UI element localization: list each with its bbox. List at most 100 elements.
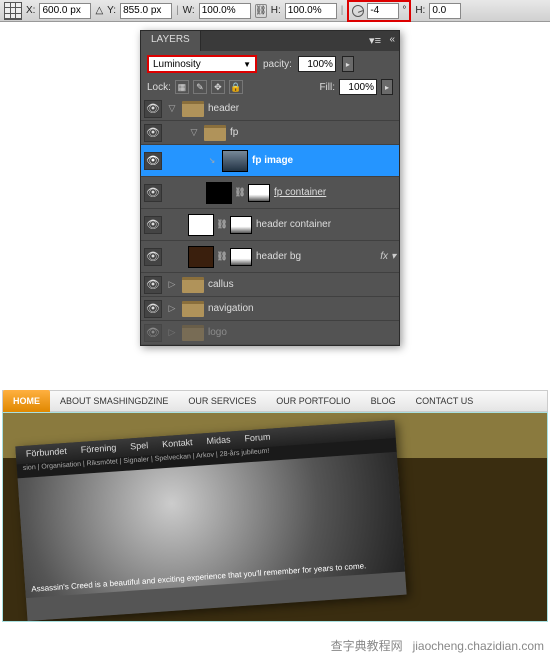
mask-thumbnail[interactable] [230, 248, 252, 266]
fp-image-transformed[interactable]: Förbundet Förening Spel Kontakt Midas Fo… [15, 420, 406, 621]
disclosure-icon[interactable]: ▷ [166, 327, 178, 338]
nav-blog[interactable]: BLOG [361, 390, 406, 412]
layer-fx-indicator[interactable]: fx▾ [380, 251, 396, 262]
skew-h-input[interactable] [429, 3, 461, 19]
layer-row-header-bg[interactable]: 👁 ⛓ header bg fx▾ [141, 241, 399, 273]
folder-icon [204, 125, 226, 141]
layer-name[interactable]: header bg [256, 251, 301, 262]
y-label: Y: [107, 5, 116, 16]
w-label: W: [183, 5, 195, 16]
mask-link-icon[interactable]: ⛓ [218, 251, 226, 262]
angle-icon [352, 5, 364, 17]
lock-fill-row: Lock: ▦ ✎ ✥ 🔒 Fill: 100% ▸ [141, 77, 399, 97]
disclosure-icon[interactable]: ▷ [166, 303, 178, 314]
panel-collapse-icon[interactable]: « [389, 34, 395, 45]
warp-caption: Assassin's Creed is a beautiful and exci… [31, 561, 366, 593]
nav-home[interactable]: HOME [3, 390, 50, 412]
transform-options-bar: X: △ Y: | W: ⛓ H: | ° H: [0, 0, 550, 22]
layers-panel: LAYERS ▾≡ « Luminosity ▼ pacity: 100% ▸ … [140, 30, 400, 346]
opacity-flyout-icon[interactable]: ▸ [342, 56, 354, 72]
fill-input[interactable]: 100% [339, 79, 377, 95]
lock-all-icon[interactable]: 🔒 [229, 80, 243, 94]
fill-label: Fill: [319, 82, 335, 93]
nav-contact[interactable]: CONTACT US [406, 390, 484, 412]
layer-row-navigation-group[interactable]: 👁 ▷ navigation [141, 297, 399, 321]
layer-name[interactable]: header container [256, 219, 331, 230]
angle-unit: ° [402, 5, 406, 16]
site-nav: HOME ABOUT SMASHINGDZINE OUR SERVICES OU… [2, 390, 548, 412]
layer-row-header-container[interactable]: 👁 ⛓ header container [141, 209, 399, 241]
nav-services[interactable]: OUR SERVICES [178, 390, 266, 412]
reference-point-grid[interactable] [4, 2, 22, 20]
layer-row-logo-group[interactable]: 👁 ▷ logo [141, 321, 399, 345]
watermark: 查字典教程网 jiaocheng.chazidian.com [331, 637, 544, 654]
folder-icon [182, 325, 204, 341]
visibility-icon[interactable]: 👁 [144, 100, 162, 118]
visibility-icon[interactable]: 👁 [144, 248, 162, 266]
panel-menu-icon[interactable]: ▾≡ [369, 34, 381, 47]
opacity-label: pacity: [263, 59, 292, 70]
lock-position-icon[interactable]: ✥ [211, 80, 225, 94]
visibility-icon[interactable]: 👁 [144, 324, 162, 342]
layer-thumbnail[interactable] [188, 214, 214, 236]
layer-name[interactable]: logo [208, 327, 227, 338]
lock-label: Lock: [147, 82, 171, 93]
y-input[interactable] [120, 3, 172, 19]
canvas-preview: HOME ABOUT SMASHINGDZINE OUR SERVICES OU… [2, 390, 548, 622]
layer-thumbnail[interactable] [188, 246, 214, 268]
h-input[interactable] [285, 3, 337, 19]
opacity-input[interactable]: 100% [298, 56, 336, 72]
nav-portfolio[interactable]: OUR PORTFOLIO [266, 390, 360, 412]
layer-row-fp-group[interactable]: 👁 ▽ fp [141, 121, 399, 145]
chevron-down-icon: ▾ [391, 251, 396, 262]
visibility-icon[interactable]: 👁 [144, 184, 162, 202]
layer-thumbnail[interactable] [206, 182, 232, 204]
layer-list: 👁 ▽ header 👁 ▽ fp 👁 ↘ fp image 👁 ⛓ fp co… [141, 97, 399, 345]
layer-name[interactable]: fp image [252, 155, 293, 166]
w-input[interactable] [199, 3, 251, 19]
layer-thumbnail[interactable] [222, 150, 248, 172]
visibility-icon[interactable]: 👁 [144, 152, 162, 170]
layer-name[interactable]: navigation [208, 303, 254, 314]
blend-opacity-row: Luminosity ▼ pacity: 100% ▸ [141, 51, 399, 77]
layer-row-fp-image[interactable]: 👁 ↘ fp image [141, 145, 399, 177]
chevron-down-icon: ▼ [243, 60, 251, 69]
watermark-zh: 查字典教程网 [331, 637, 403, 654]
layer-row-header-group[interactable]: 👁 ▽ header [141, 97, 399, 121]
mask-thumbnail[interactable] [230, 216, 252, 234]
layer-name[interactable]: fp container [274, 187, 326, 198]
disclosure-icon[interactable]: ▷ [166, 279, 178, 290]
disclosure-icon[interactable]: ▽ [188, 127, 200, 138]
link-wh-icon[interactable]: ⛓ [255, 4, 267, 18]
x-input[interactable] [39, 3, 91, 19]
mask-link-icon[interactable]: ⛓ [236, 187, 244, 198]
angle-input[interactable] [367, 3, 399, 19]
warp-hero-image: Assassin's Creed is a beautiful and exci… [18, 452, 405, 598]
layers-tab[interactable]: LAYERS [141, 31, 201, 51]
layer-row-fp-container[interactable]: 👁 ⛓ fp container [141, 177, 399, 209]
visibility-icon[interactable]: 👁 [144, 124, 162, 142]
disclosure-icon[interactable]: ▽ [166, 103, 178, 114]
blend-mode-value: Luminosity [153, 59, 201, 70]
angle-highlight: ° [347, 0, 411, 22]
mask-thumbnail[interactable] [248, 184, 270, 202]
watermark-url: jiaocheng.chazidian.com [413, 639, 544, 653]
folder-icon [182, 101, 204, 117]
folder-icon [182, 277, 204, 293]
layer-name[interactable]: header [208, 103, 239, 114]
visibility-icon[interactable]: 👁 [144, 276, 162, 294]
nav-about[interactable]: ABOUT SMASHINGDZINE [50, 390, 178, 412]
delta-icon[interactable]: △ [95, 5, 103, 16]
visibility-icon[interactable]: 👁 [144, 300, 162, 318]
blend-mode-select[interactable]: Luminosity ▼ [147, 55, 257, 73]
lock-transparency-icon[interactable]: ▦ [175, 80, 189, 94]
h2-label: H: [415, 5, 425, 16]
layer-name[interactable]: callus [208, 279, 234, 290]
lock-pixels-icon[interactable]: ✎ [193, 80, 207, 94]
visibility-icon[interactable]: 👁 [144, 216, 162, 234]
panel-tab-bar: LAYERS ▾≡ « [141, 31, 399, 51]
layer-row-callus-group[interactable]: 👁 ▷ callus [141, 273, 399, 297]
fill-flyout-icon[interactable]: ▸ [381, 79, 393, 95]
layer-name[interactable]: fp [230, 127, 238, 138]
mask-link-icon[interactable]: ⛓ [218, 219, 226, 230]
